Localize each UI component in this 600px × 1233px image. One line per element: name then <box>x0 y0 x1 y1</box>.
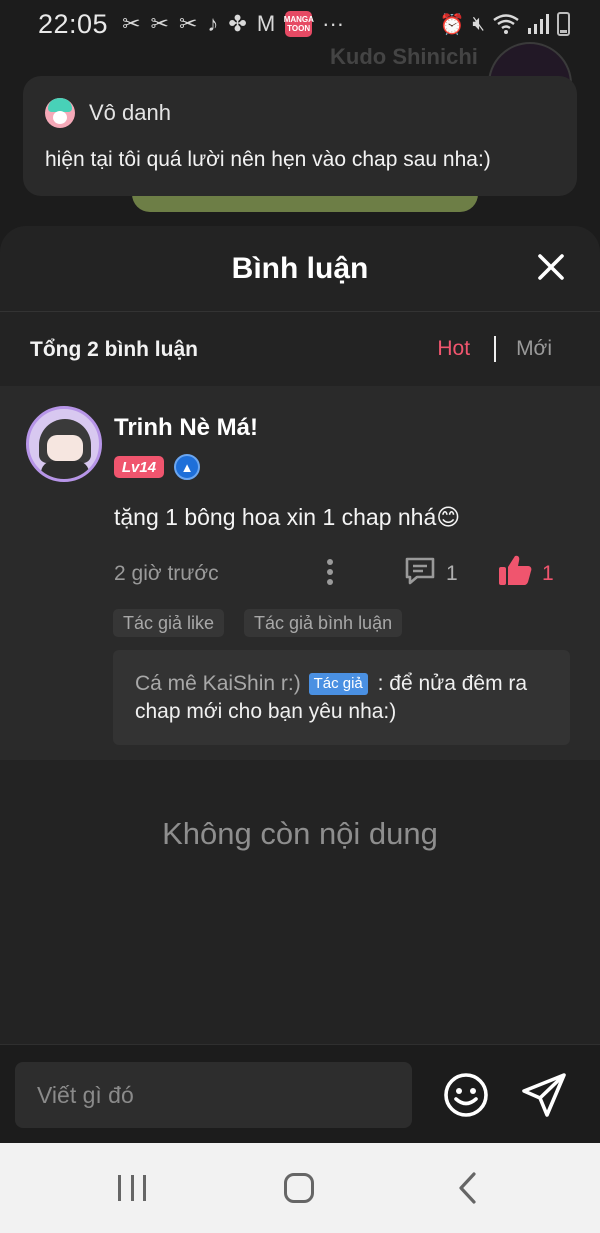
reply-count: 1 <box>446 562 458 585</box>
comment-total: Tổng 2 bình luận <box>30 338 198 361</box>
sort-tabs: Hot Mới <box>437 336 552 362</box>
user-avatar[interactable] <box>26 406 102 482</box>
notification-message: hiện tại tôi quá lười nên hẹn vào chap s… <box>45 148 491 171</box>
comment-item: Trinh Nè Má! Lv14 ▲ tặng 1 bông hoa xin … <box>0 386 600 760</box>
status-time: 22:05 <box>38 8 109 39</box>
level-badge: Lv14 <box>114 456 164 478</box>
close-button[interactable] <box>530 246 572 288</box>
capcut-icon: ✂ <box>122 11 141 36</box>
comment-text: tặng 1 bông hoa xin 1 chap nhá😊 <box>114 504 461 530</box>
sort-hot-tab[interactable]: Hot <box>437 337 470 361</box>
reply-author: Cá mê KaiShin r:) <box>135 672 301 695</box>
signal-icon <box>528 14 549 34</box>
status-bar: 22:05 ✂ ✂ ✂ ♪ ✤ M MANGA TOON ··· ⏰ 🔇︎ <box>0 0 600 48</box>
mute-icon: 🔇︎ <box>472 12 485 35</box>
notification-toast[interactable]: Vô danh hiện tại tôi quá lười nên hẹn và… <box>23 76 577 196</box>
notification-sender: Vô danh <box>89 100 171 125</box>
capcut-icon: ✂ <box>150 11 169 36</box>
comment-time: 2 giờ trước <box>114 562 219 585</box>
notification-header: Vô danh <box>45 98 555 128</box>
author-badge: Tác giả <box>308 673 368 695</box>
recent-apps-icon[interactable] <box>118 1175 146 1201</box>
navigation-bar <box>0 1143 600 1233</box>
mangatoon-icon: MANGA TOON <box>284 11 314 37</box>
author-reply[interactable]: Cá mê KaiShin r:) Tác giả : để nửa đêm r… <box>113 650 570 745</box>
battery-icon <box>557 12 570 36</box>
like-count: 1 <box>542 562 554 585</box>
reply-icon[interactable] <box>404 556 436 586</box>
send-icon[interactable] <box>520 1071 568 1119</box>
thumbs-up-icon[interactable] <box>498 554 532 586</box>
home-icon[interactable] <box>284 1173 314 1203</box>
wifi-icon <box>493 14 519 34</box>
emoji-icon[interactable] <box>442 1071 490 1119</box>
header-divider <box>0 311 600 312</box>
gmail-icon: M <box>256 11 276 36</box>
alarm-icon: ⏰ <box>439 13 465 36</box>
rank-badge-icon: ▲ <box>174 454 200 480</box>
author-commented-tag: Tác giả bình luận <box>244 609 403 637</box>
comment-input[interactable] <box>15 1062 412 1128</box>
tiktok-icon: ♪ <box>207 11 219 36</box>
capcut-icon: ✂ <box>178 11 198 36</box>
back-icon[interactable] <box>456 1171 480 1205</box>
comments-sheet: Bình luận Tổng 2 bình luận Hot Mới Trinh… <box>0 226 600 1144</box>
sort-separator <box>494 336 497 362</box>
sort-new-tab[interactable]: Mới <box>516 337 552 361</box>
more-options-icon[interactable] <box>320 556 340 588</box>
empty-state: Không còn nội dung <box>162 816 438 851</box>
comment-input-bar <box>0 1044 600 1143</box>
sender-avatar <box>45 98 75 128</box>
system-icons: ⏰ 🔇︎ <box>439 12 570 37</box>
background-author-name: Kudo Shinichi <box>330 44 478 69</box>
sheet-title: Bình luận <box>231 252 369 285</box>
close-icon <box>538 254 564 280</box>
pinwheel-icon: ✤ <box>228 11 247 36</box>
notification-icons: ✂ ✂ ✂ ♪ ✤ M MANGA TOON ··· <box>122 11 344 37</box>
more-notifications-icon: ··· <box>322 11 345 36</box>
comment-username[interactable]: Trinh Nè Má! <box>114 414 258 442</box>
author-liked-tag: Tác giả like <box>113 609 225 637</box>
